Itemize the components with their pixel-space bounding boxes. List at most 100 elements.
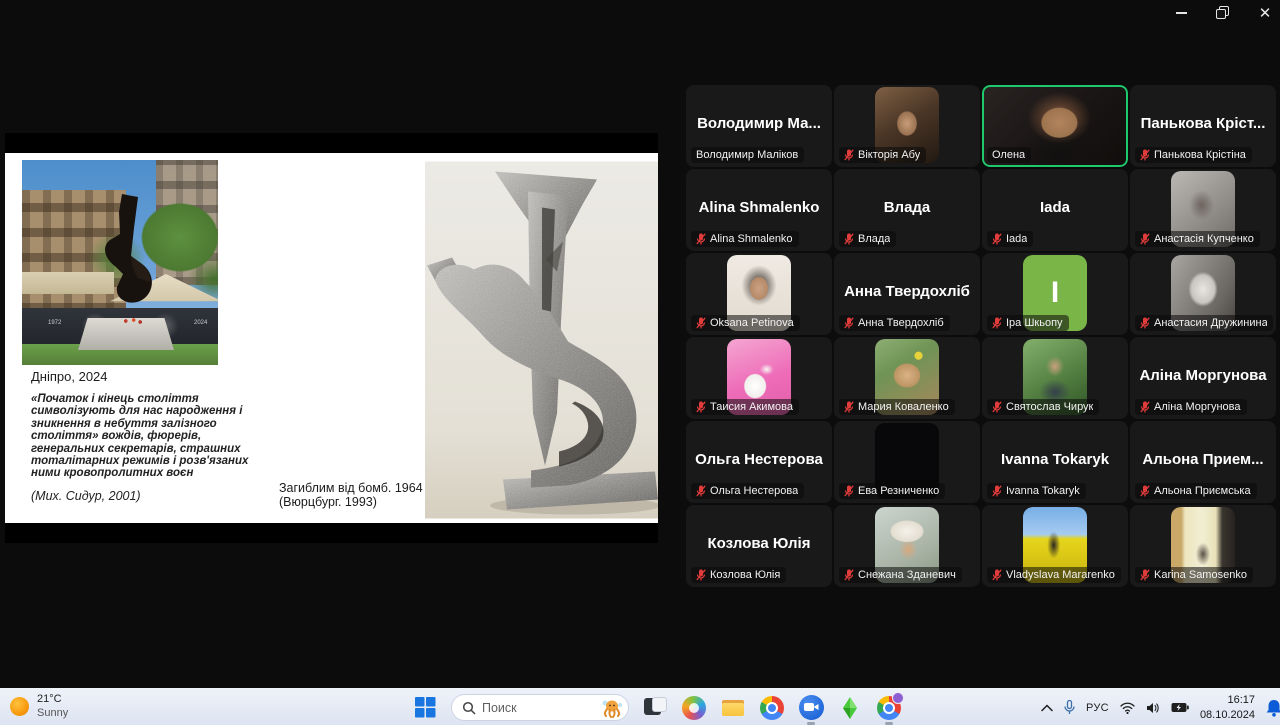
file-explorer-icon[interactable] (720, 695, 746, 721)
participant-name-label: Vladyslava Mararenko (1006, 569, 1115, 581)
participant-tile[interactable]: Анастасія Купченко (1130, 169, 1276, 251)
sun-icon (10, 697, 29, 716)
search-icon (462, 701, 476, 715)
participant-tile[interactable]: I Іра Шкьопу (982, 253, 1128, 335)
muted-mic-icon (844, 569, 854, 581)
participant-name-tag: Володимир Маліков (691, 147, 804, 163)
participant-tile[interactable]: Ева Резниченко (834, 421, 980, 503)
window-controls: ✕ (1174, 6, 1272, 20)
participant-grid: Володимир Ма... Володимир Маліков (686, 85, 1280, 587)
tray-wifi-icon[interactable] (1120, 702, 1135, 714)
profile-badge (892, 692, 904, 704)
zoom-app-window: ✕ 1972 1984 2024 (0, 0, 1280, 725)
participant-display-name: Панькова Кріст... (1137, 115, 1269, 132)
participant-tile[interactable]: Iada Iada (982, 169, 1128, 251)
search-input[interactable]: Поиск (451, 694, 629, 721)
chrome-profile-icon[interactable] (876, 695, 902, 721)
tray-language-indicator[interactable]: РУС (1086, 702, 1109, 714)
participant-name-tag: Анастасия Дружинина (1135, 315, 1273, 331)
participant-name-label: Ольга Нестерова (710, 485, 798, 497)
participant-name-label: Олена (992, 149, 1025, 161)
participant-tile[interactable]: Панькова Кріст... Панькова Крістіна (1130, 85, 1276, 167)
tray-clock[interactable]: 16:17 08.10.2024 (1200, 693, 1255, 722)
notification-bell-icon[interactable] (1266, 699, 1280, 717)
participant-display-name: Альона Прием... (1137, 451, 1269, 468)
participant-display-name: Ivanna Tokaryk (989, 451, 1121, 468)
windows-taskbar: 21°C Sunny Поиск (0, 688, 1280, 725)
participant-tile[interactable]: Снежана Зданевич (834, 505, 980, 587)
participant-name-label: Альона Приємська (1154, 485, 1251, 497)
participant-tile[interactable]: Анна Твердохліб Анна Твердохліб (834, 253, 980, 335)
weather-widget[interactable]: 21°C Sunny (10, 693, 68, 721)
participant-name-tag: Влада (839, 231, 896, 247)
participant-tile[interactable]: Ivanna Tokaryk Ivanna Tokaryk (982, 421, 1128, 503)
task-view-icon[interactable] (642, 695, 668, 721)
participant-tile[interactable]: Alina Shmalenko Alina Shmalenko (686, 169, 832, 251)
participant-name-tag: Панькова Крістіна (1135, 147, 1252, 163)
participant-tile[interactable]: Альона Прием... Альона Приємська (1130, 421, 1276, 503)
participant-tile[interactable]: Олена (982, 85, 1128, 167)
participant-name-tag: Vladyslava Mararenko (987, 567, 1121, 583)
participant-tile[interactable]: Мария Коваленко (834, 337, 980, 419)
participant-name-tag: Анастасія Купченко (1135, 231, 1260, 247)
tray-chevron-up-icon[interactable] (1041, 704, 1053, 712)
participant-tile[interactable]: Святослав Чирук (982, 337, 1128, 419)
participant-name-tag: Alina Shmalenko (691, 231, 799, 247)
participant-tile[interactable]: Козлова Юлія Козлова Юлія (686, 505, 832, 587)
participant-name-label: Таисия Акимова (710, 401, 793, 413)
participant-name-tag: Анна Твердохліб (839, 315, 950, 331)
muted-mic-icon (1140, 149, 1150, 161)
participant-name-label: Ivanna Tokaryk (1006, 485, 1080, 497)
participant-name-label: Вікторія Абу (858, 149, 920, 161)
participant-name-tag: Ольга Нестерова (691, 483, 804, 499)
participant-display-name: Влада (841, 199, 973, 216)
participant-display-name: Аліна Моргунова (1137, 367, 1269, 384)
participant-tile[interactable]: Oksana Petinova (686, 253, 832, 335)
muted-mic-icon (696, 569, 706, 581)
participant-name-label: Анастасия Дружинина (1154, 317, 1267, 329)
copilot-icon[interactable] (681, 695, 707, 721)
chrome-icon[interactable] (759, 695, 785, 721)
tray-battery-icon[interactable] (1171, 702, 1189, 713)
muted-mic-icon (696, 317, 706, 329)
participant-name-label: Alina Shmalenko (710, 233, 793, 245)
wurzburg-sculpture-photo (425, 161, 658, 519)
search-highlight-octopus-icon (600, 697, 624, 719)
muted-mic-icon (844, 401, 854, 413)
muted-mic-icon (844, 317, 854, 329)
participant-tile[interactable]: Вікторія Абу (834, 85, 980, 167)
participant-tile[interactable]: Таисия Акимова (686, 337, 832, 419)
zoom-app-icon[interactable] (798, 695, 824, 721)
participant-tile[interactable]: Анастасия Дружинина (1130, 253, 1276, 335)
participant-tile[interactable]: Аліна Моргунова Аліна Моргунова (1130, 337, 1276, 419)
tray-speaker-icon[interactable] (1146, 702, 1160, 714)
participant-tile[interactable]: Karina Samosenko (1130, 505, 1276, 587)
start-button[interactable] (412, 695, 438, 721)
participant-name-tag: Олена (987, 147, 1031, 163)
participant-tile[interactable]: Влада Влада (834, 169, 980, 251)
participant-name-tag: Снежана Зданевич (839, 567, 962, 583)
participant-tile[interactable]: Ольга Нестерова Ольга Нестерова (686, 421, 832, 503)
participant-tile[interactable]: Vladyslava Mararenko (982, 505, 1128, 587)
close-icon[interactable]: ✕ (1258, 6, 1272, 20)
muted-mic-icon (1140, 485, 1150, 497)
muted-mic-icon (696, 401, 706, 413)
weather-condition: Sunny (37, 707, 68, 721)
sims-icon[interactable] (837, 695, 863, 721)
muted-mic-icon (844, 485, 854, 497)
participant-tile[interactable]: Володимир Ма... Володимир Маліков (686, 85, 832, 167)
restore-icon[interactable] (1216, 6, 1230, 20)
participant-name-label: Аліна Моргунова (1154, 401, 1241, 413)
participant-display-name: Alina Shmalenko (693, 199, 825, 216)
participant-name-label: Oksana Petinova (710, 317, 794, 329)
participant-name-label: Панькова Крістіна (1154, 149, 1246, 161)
muted-mic-icon (992, 569, 1002, 581)
slide-quote: «Початок і кінець століття символізують … (31, 393, 253, 480)
participant-name-label: Ева Резниченко (858, 485, 939, 497)
participant-name-label: Снежана Зданевич (858, 569, 956, 581)
participant-name-label: Козлова Юлія (710, 569, 780, 581)
participant-name-tag: Karina Samosenko (1135, 567, 1253, 583)
minimize-icon[interactable] (1174, 6, 1188, 20)
muted-mic-icon (992, 401, 1002, 413)
tray-microphone-icon[interactable] (1064, 700, 1075, 715)
